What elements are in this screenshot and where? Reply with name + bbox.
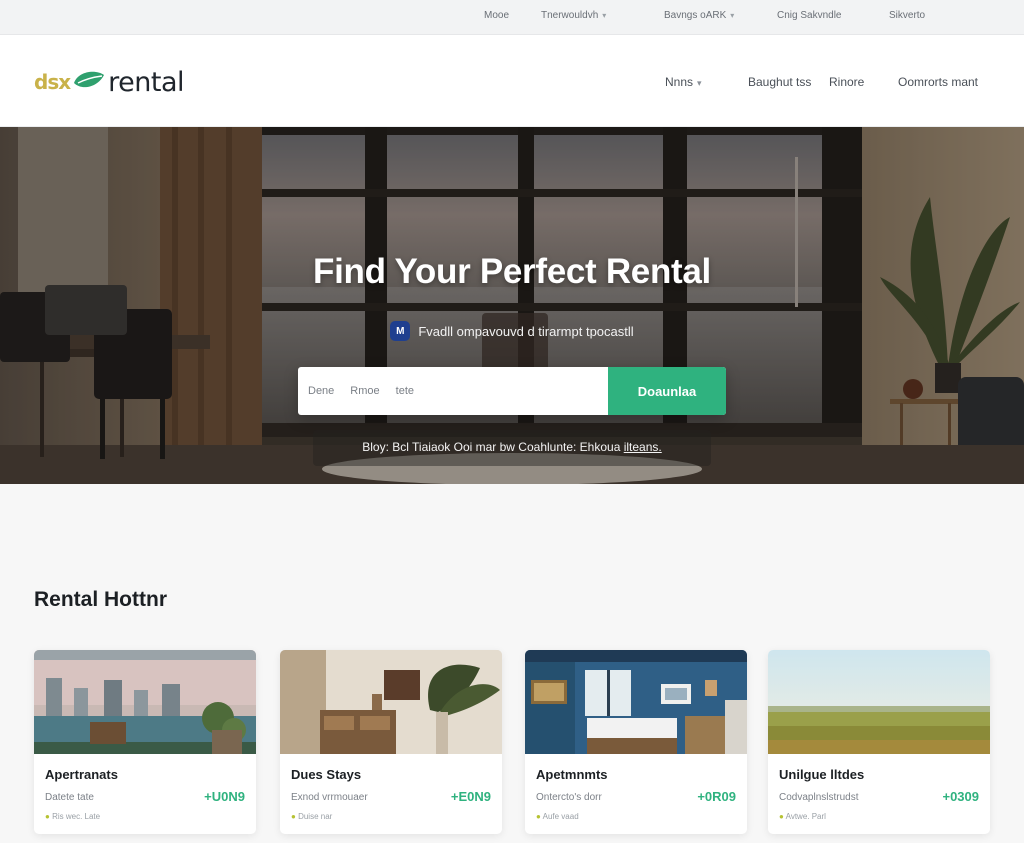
logo-wordmark: rental	[108, 66, 184, 98]
card-meta-text: Duise nar	[298, 812, 333, 821]
search-bar: Dene Rmoe tete Doaunlaa	[298, 367, 726, 415]
nav-item-rinore[interactable]: Rinore	[829, 75, 864, 89]
card-subtitle: Exnod vrrmouaer	[291, 792, 368, 803]
utility-link-cnig[interactable]: Cnig Sakvndle	[777, 10, 841, 21]
search-field-location[interactable]: Dene	[308, 385, 334, 397]
card-meta-text: Aufe vaad	[542, 812, 579, 821]
search-field-type[interactable]: Rmoe	[350, 385, 379, 397]
card-meta: ● Ris wec. Late	[45, 812, 100, 821]
utility-link-sikverto[interactable]: Sikverto	[889, 10, 925, 21]
utility-link-label: Tnerwouldvh	[541, 10, 599, 21]
utility-link-mooe[interactable]: Mooe	[484, 10, 509, 21]
search-button[interactable]: Doaunlaa	[608, 367, 726, 415]
utility-link-label: Bavngs oARK	[664, 10, 727, 21]
hero-section: Find Your Perfect Rental M Fvadll ompavo…	[0, 127, 1024, 484]
hero-subtitle-text: Fvadll ompavouvd d tirarmpt tpocastll	[418, 323, 634, 339]
location-dot-icon: ●	[291, 812, 296, 821]
logo-prefix: dsx	[34, 70, 71, 94]
nav-item-label: Rinore	[829, 75, 865, 89]
card-meta: ● Duise nar	[291, 812, 332, 821]
listing-card[interactable]: Apertranats Datete tate +U0N9 ● Ris wec.…	[34, 650, 256, 834]
location-dot-icon: ●	[45, 812, 50, 821]
chevron-down-icon: ▾	[730, 11, 735, 20]
chevron-down-icon: ▾	[697, 78, 702, 88]
utility-link-label: Cnig Sakvndle	[777, 10, 842, 21]
location-dot-icon: ●	[536, 812, 541, 821]
listings-section: Rental Hottnr Apertranats Datete tate +U…	[0, 484, 1024, 843]
listing-card[interactable]: Dues Stays Exnod vrrmouaer +E0N9 ● Duise…	[280, 650, 502, 834]
card-price: +E0N9	[450, 789, 491, 804]
nav-item-nnns[interactable]: Nnns ▾	[665, 75, 702, 89]
badge-icon: M	[390, 321, 411, 341]
section-title: Rental Hottnr	[34, 588, 167, 611]
card-image	[525, 650, 747, 754]
card-subtitle: Ontercto's dorr	[536, 792, 602, 803]
card-image	[768, 650, 990, 754]
card-title: Unilgue lltdes	[779, 767, 865, 782]
card-price: +0R09	[697, 789, 736, 804]
utility-bar: Mooe Tnerwouldvh ▾ Bavngs oARK ▾ Cnig Sakv…	[0, 0, 1024, 35]
utility-link-bavngs[interactable]: Bavngs oARK ▾	[664, 10, 734, 21]
card-meta: ● Aufe vaad	[536, 812, 579, 821]
search-field-date[interactable]: tete	[396, 385, 414, 397]
nav-item-label: Baughut tss	[748, 75, 812, 89]
nav-item-label: Oomrorts mant	[898, 75, 979, 89]
utility-link-label: Mooe	[484, 10, 510, 21]
card-subtitle: Datete tate	[45, 792, 94, 803]
nav-item-label: Nnns	[665, 75, 694, 89]
location-dot-icon: ●	[779, 812, 784, 821]
hero-links-text: Bloy: Bcl Tiaiaok Ooi mar bw Coahlunte: …	[362, 440, 624, 454]
card-meta-text: Ris wec. Late	[52, 812, 101, 821]
hero-link[interactable]: ilteans.	[624, 440, 662, 454]
hero-subtitle: M Fvadll ompavouvd d tirarmpt tpocastll	[0, 321, 1024, 341]
chevron-down-icon: ▾	[602, 11, 607, 20]
card-meta-text: Avtwe. Parl	[785, 812, 826, 821]
nav-item-oomrorts[interactable]: Oomrorts mant	[898, 75, 978, 89]
card-image	[280, 650, 502, 754]
listing-card[interactable]: Unilgue lltdes Codvaplnslstrudst +0309 ●…	[768, 650, 990, 834]
utility-link-tnerwouldvh[interactable]: Tnerwouldvh ▾	[541, 10, 606, 21]
card-title: Apetmnmts	[536, 767, 608, 782]
card-subtitle: Codvaplnslstrudst	[779, 792, 859, 803]
card-meta: ● Avtwe. Parl	[779, 812, 826, 821]
utility-link-label: Sikverto	[889, 10, 926, 21]
card-price: +0309	[942, 789, 979, 804]
site-header: dsx rental Nnns ▾ Baughut tss Rinore Oomr…	[0, 35, 1024, 127]
leaf-icon	[72, 69, 106, 96]
card-image	[34, 650, 256, 754]
hero-title: Find Your Perfect Rental	[313, 252, 711, 291]
hero-quick-links: Bloy: Bcl Tiaiaok Ooi mar bw Coahlunte: …	[0, 440, 1024, 454]
card-title: Apertranats	[45, 767, 118, 782]
listing-card[interactable]: Apetmnmts Ontercto's dorr +0R09 ● Aufe v…	[525, 650, 747, 834]
nav-item-baughut[interactable]: Baughut tss	[748, 75, 811, 89]
site-logo[interactable]: dsx rental	[34, 65, 184, 99]
search-input[interactable]: Dene Rmoe tete	[298, 367, 608, 415]
card-price: +U0N9	[204, 789, 245, 804]
card-title: Dues Stays	[291, 767, 362, 782]
